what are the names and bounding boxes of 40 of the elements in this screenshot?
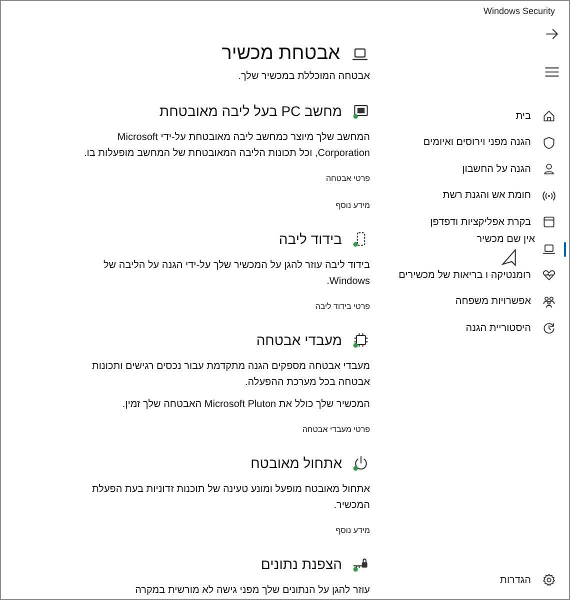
settings-icon [541,572,557,588]
person-icon [541,161,557,178]
nav-item[interactable]: אפשרויות משפחה [381,288,569,315]
page-title: אבטחת מכשיר [222,43,340,65]
nav-item[interactable]: רומנטיקה ו בריאות של מכשירים [381,262,569,288]
nav-item[interactable]: חומת אש והגנת רשת [381,182,569,209]
power-icon [352,454,370,472]
house-icon [541,108,557,124]
selection-indicator [564,242,566,256]
nav-item[interactable]: הגנה על החשבון [381,156,569,182]
browser-window-icon [541,214,557,230]
nav-item[interactable]: בית [381,103,569,130]
people-icon [541,294,557,310]
section-title: מעבדי אבטחה [256,332,342,348]
secure-computer-icon [352,102,370,120]
link[interactable]: מידע נוסף [336,526,370,535]
link[interactable]: פרטי אבטחה [326,174,370,183]
nav-item[interactable]: הגנה מפני וירוסים ואיומים [381,130,569,156]
cursor-icon [499,248,519,266]
description: המכשיר שלך כולל את Microsoft Pluton האבטחה שלך זמין. [121,398,370,412]
section-title: בידוד ליבה [278,231,342,247]
nav-item[interactable]: בקרת אפליקציות ודפדפן [381,209,569,236]
nav-item[interactable]: היסטוריית הגנה [381,315,569,342]
section-title: מחשב PC בעל ליבה מאובטחת [159,103,342,119]
section-title: הצפנת נתונים [260,556,342,572]
link[interactable]: מידע נוסף [336,201,370,210]
description: המחשב שלך מיוצר כמחשב ליבה מאובטחת על-ידי Microsoft Corporation, וכל תכונות הליבה המאובטחת של המחשב מופעלות בו. [82,130,370,161]
shield-icon [541,134,557,151]
chip-icon [352,331,370,349]
description: עוזר להגן על הנתונים שלך מפני גישה לא מורשית במקרה [134,584,370,598]
link[interactable]: פרטי בידוד ליבה [315,302,370,311]
description: מעבדי אבטחה מספקים הגנה מתקדמת עבור נכסים רגישים ותכונות אבטחה בכל מערכת ההפעלה. [91,360,370,390]
description: בידוד ליבה עוזר להגן על המכשיר שלך על-ידי הגנה על הליבה של Windows. [102,258,370,289]
page-subtitle: אבטחה המוכללת במכשיר שלך. [237,71,370,82]
clock-history-icon [541,320,557,336]
link[interactable]: פרטי מעבדי אבטחה [302,425,370,434]
description: אתחול מאובטח מופעל ומונע טעינה של תוכנות זדוניות בעת הפעלת המכשיר. [90,482,370,513]
section-title: אתחול מאובטח [250,455,342,471]
settings-item[interactable]: הגדרות [381,567,569,593]
window-title: Windows Security [483,6,555,16]
